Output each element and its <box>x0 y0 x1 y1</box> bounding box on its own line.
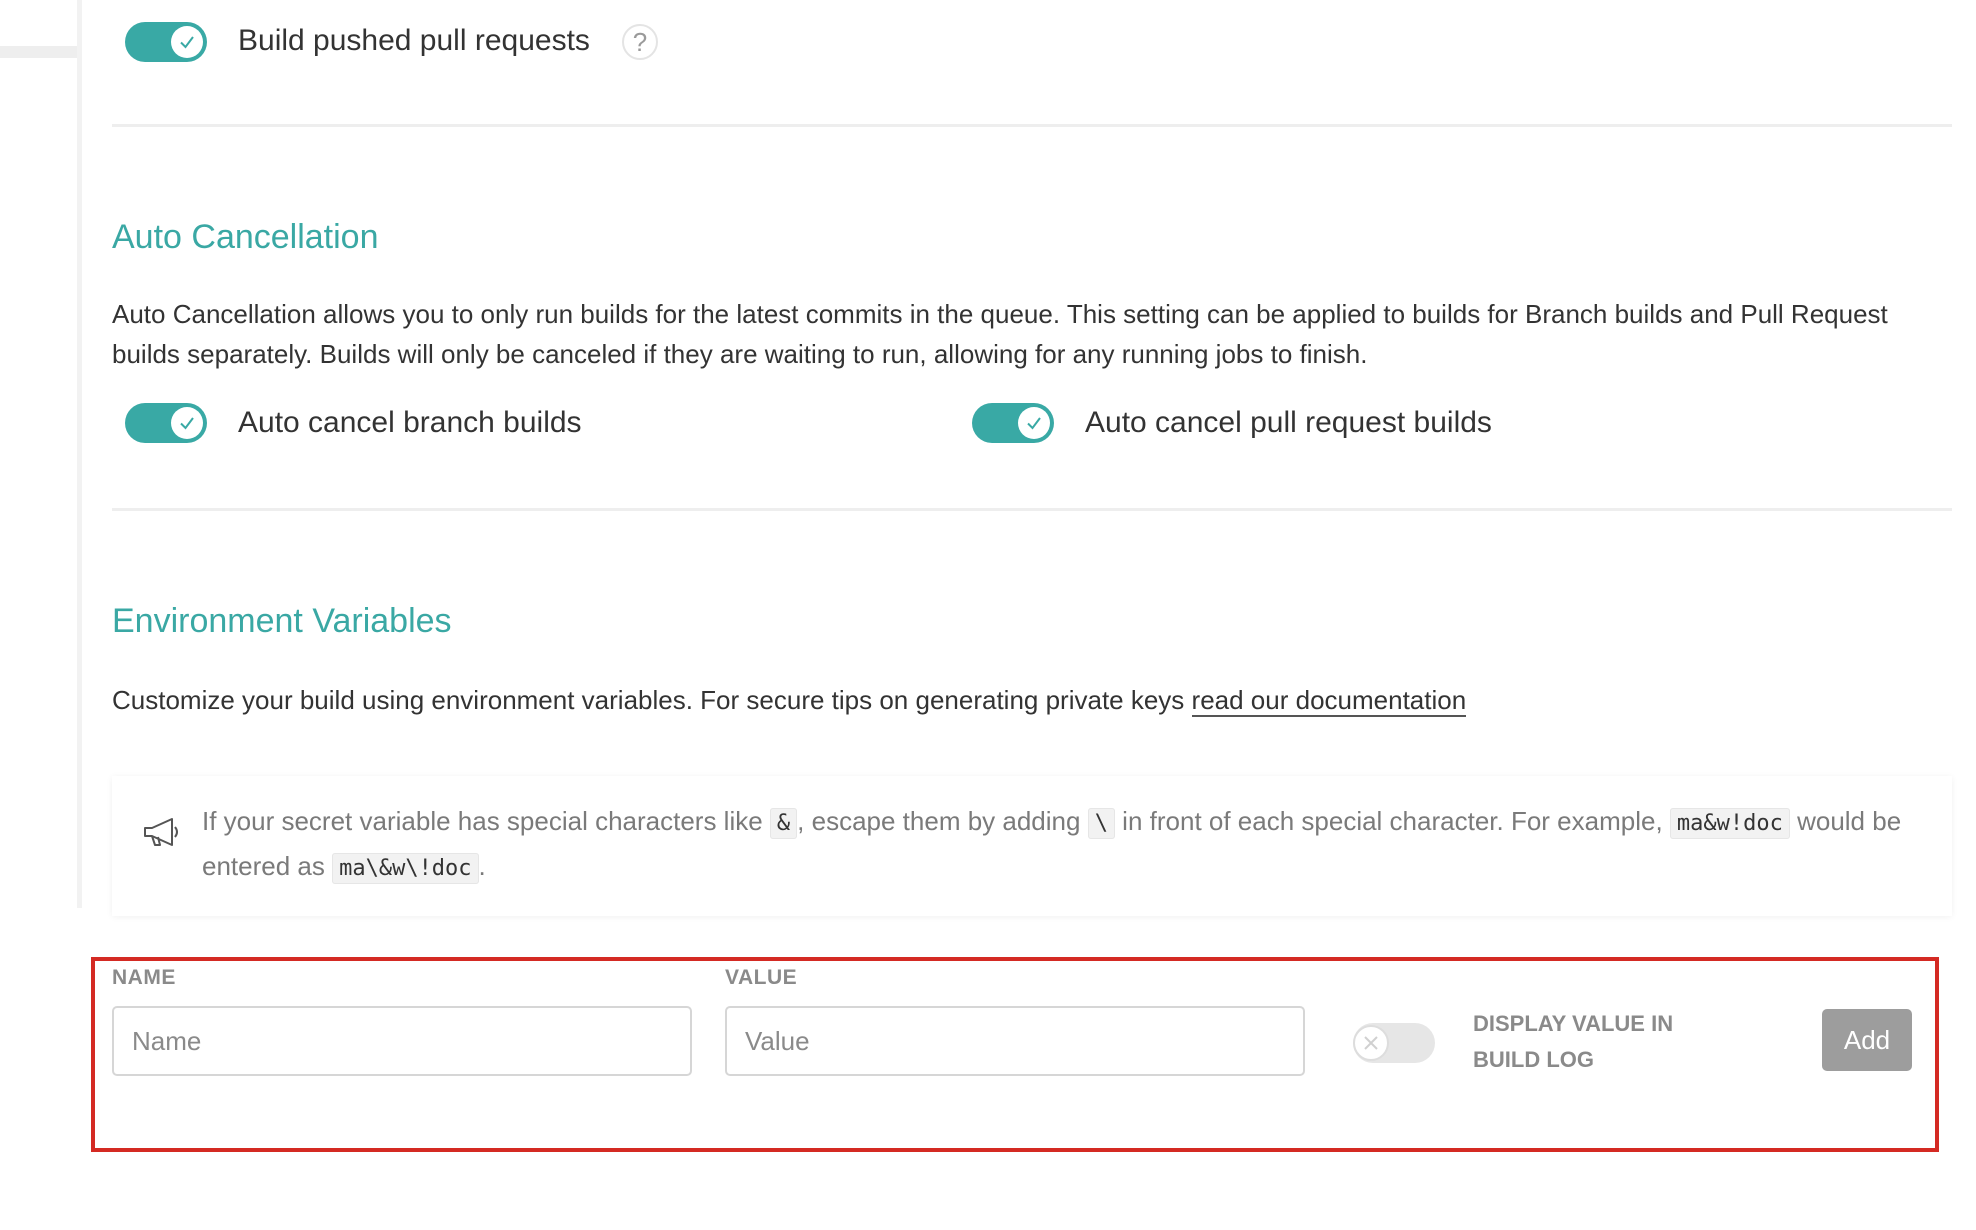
environment-variables-description: Customize your build using environment v… <box>112 680 1952 720</box>
auto-cancel-pr-label: Auto cancel pull request builds <box>1085 406 1492 439</box>
code-snippet: ma\&w\!doc <box>332 853 479 884</box>
question-mark-icon[interactable]: ? <box>622 24 658 60</box>
name-field-label: NAME <box>112 966 176 989</box>
auto-cancellation-title: Auto Cancellation <box>112 218 379 256</box>
documentation-link[interactable]: read our documentation <box>1191 685 1467 717</box>
value-field-label: VALUE <box>725 966 798 989</box>
notice-text-part: . <box>478 851 486 881</box>
check-icon <box>171 407 203 439</box>
notice-text: If your secret variable has special char… <box>202 800 1922 890</box>
left-rail-indicator <box>0 46 79 58</box>
notice-text-part: , escape them by adding <box>797 806 1088 836</box>
close-icon <box>1353 1025 1389 1061</box>
code-snippet: & <box>769 808 798 839</box>
check-icon <box>171 26 203 58</box>
divider <box>112 124 1952 127</box>
value-input[interactable] <box>725 1006 1305 1076</box>
notice-text-part: in front of each special character. For … <box>1114 806 1670 836</box>
name-input[interactable] <box>112 1006 692 1076</box>
build-pushed-pr-toggle[interactable] <box>125 22 207 62</box>
add-button[interactable]: Add <box>1822 1009 1912 1071</box>
auto-cancellation-description: Auto Cancellation allows you to only run… <box>112 299 1888 369</box>
code-snippet: ma&w!doc <box>1669 808 1790 839</box>
display-value-label: DISPLAY VALUE IN BUILD LOG <box>1473 1011 1674 1072</box>
left-divider <box>77 0 82 908</box>
auto-cancel-pr-toggle[interactable] <box>972 403 1054 443</box>
build-pushed-pr-label: Build pushed pull requests <box>238 24 590 57</box>
notice-text-part: If your secret variable has special char… <box>202 806 770 836</box>
env-description-text: Customize your build using environment v… <box>112 685 1192 715</box>
auto-cancel-branch-label: Auto cancel branch builds <box>238 406 582 439</box>
divider <box>112 508 1952 511</box>
display-value-toggle[interactable] <box>1353 1023 1435 1063</box>
special-characters-notice: If your secret variable has special char… <box>112 776 1952 916</box>
check-icon <box>1018 407 1050 439</box>
code-snippet: \ <box>1087 808 1115 839</box>
megaphone-icon <box>144 818 178 846</box>
auto-cancel-branch-toggle[interactable] <box>125 403 207 443</box>
environment-variables-title: Environment Variables <box>112 602 452 640</box>
